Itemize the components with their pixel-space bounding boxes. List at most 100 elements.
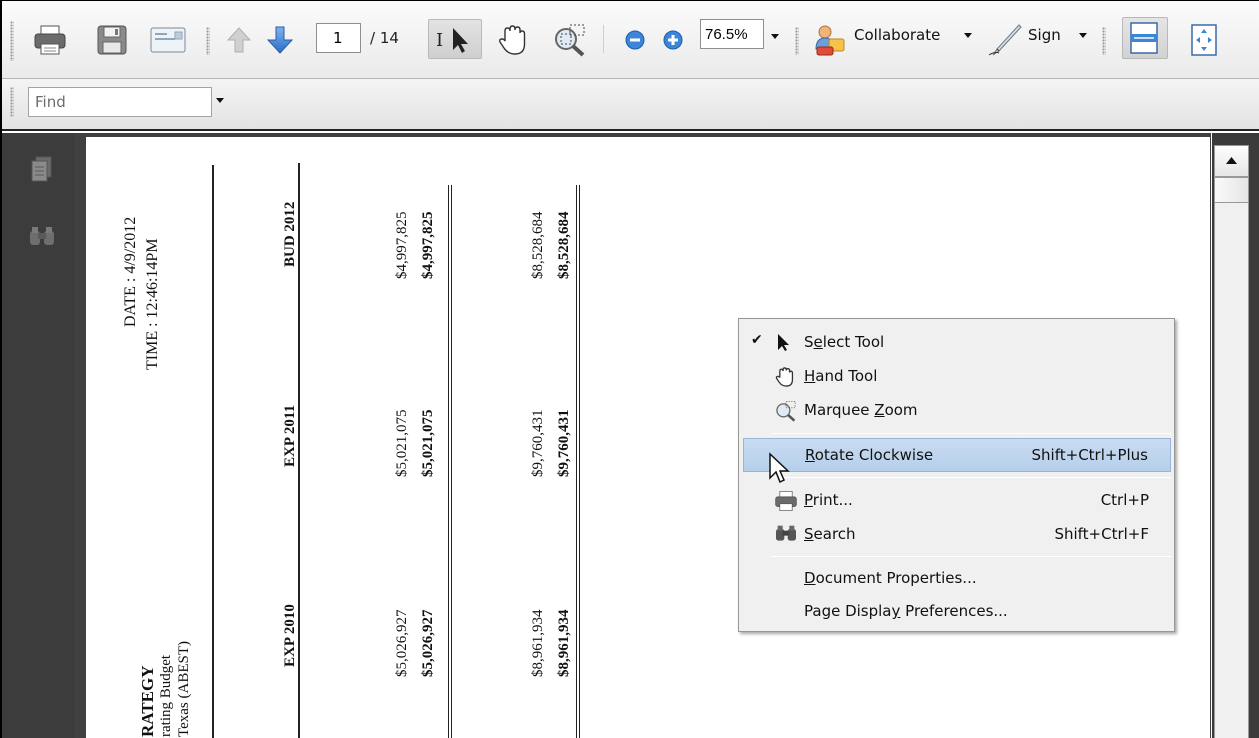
fit-width-button[interactable] (1122, 17, 1168, 59)
mouse-cursor-icon (769, 452, 790, 484)
toolbar-grip[interactable] (10, 21, 14, 61)
zoom-out-icon (625, 30, 645, 50)
menu-item-hand-tool[interactable]: Hand Tool (743, 359, 1171, 393)
doc-value: $4,997,825 (394, 211, 410, 280)
next-page-button[interactable] (264, 23, 296, 57)
next-page-icon (266, 26, 294, 54)
doc-date: DATE : 4/9/2012 (122, 216, 139, 327)
collaborate-button[interactable] (812, 23, 848, 57)
doc-strategy-line2: rating Budget (158, 654, 174, 737)
menu-separator (771, 477, 1171, 478)
doc-value-total: $4,997,825 (420, 211, 436, 280)
menu-item-print[interactable]: Print... Ctrl+P (743, 483, 1171, 517)
menu-label: Page Display Preferences... (804, 602, 1008, 620)
doc-rule (448, 185, 449, 738)
menu-item-rotate-clockwise[interactable]: Rotate Clockwise Shift+Ctrl+Plus (743, 438, 1171, 472)
binoculars-icon (776, 525, 796, 541)
doc-value: $8,961,934 (530, 609, 546, 678)
vertical-scrollbar[interactable] (1212, 133, 1259, 738)
fit-width-icon (1130, 22, 1158, 54)
doc-value-total: $8,528,684 (556, 211, 572, 280)
menu-item-marquee-zoom[interactable]: Marquee Zoom (743, 393, 1171, 427)
doc-value-total: $8,961,934 (556, 609, 572, 678)
print-icon (34, 25, 66, 55)
scroll-track[interactable] (1214, 203, 1249, 738)
email-icon (150, 27, 186, 53)
previous-page-icon (226, 27, 252, 53)
menu-item-search[interactable]: Search Shift+Ctrl+F (743, 517, 1171, 551)
zoom-level-input[interactable]: 76.5% (700, 19, 764, 49)
context-menu: ✔ Select Tool Hand Tool Marquee Zoom Rot… (738, 318, 1175, 632)
toolbar-grip (795, 27, 799, 55)
zoom-in-icon (663, 30, 683, 50)
menu-label: Print... (804, 491, 853, 509)
zoom-out-button[interactable] (620, 23, 650, 57)
find-input[interactable]: Find (28, 87, 212, 117)
doc-col-header: EXP 2010 (282, 604, 298, 667)
doc-value: $9,760,431 (530, 409, 546, 478)
toolbar-grip (10, 87, 14, 117)
sign-button[interactable] (986, 23, 1024, 57)
email-button[interactable] (148, 23, 188, 57)
select-arrow-icon (778, 334, 789, 351)
collaborate-icon (815, 25, 845, 56)
menu-separator (771, 433, 1171, 434)
toolbar-grip (206, 27, 210, 55)
doc-value-total: $9,760,431 (556, 409, 572, 478)
doc-rule (451, 185, 452, 738)
toolbar-grip (1102, 27, 1106, 55)
page-number-input[interactable]: 1 (316, 23, 361, 53)
select-tool-icon: I (436, 28, 468, 53)
menu-label: Marquee Zoom (804, 401, 918, 419)
main-toolbar: 1 / 14 I 76.5% Collaborate Sign (2, 1, 1259, 79)
menu-separator (771, 556, 1171, 557)
save-icon (97, 25, 127, 55)
menu-label: Hand Tool (804, 367, 878, 385)
sign-dropdown-arrow[interactable] (1079, 33, 1087, 38)
scroll-up-button[interactable] (1214, 145, 1249, 177)
menu-shortcut: Shift+Ctrl+F (1054, 525, 1149, 543)
check-mark-icon: ✔ (751, 332, 763, 348)
menu-shortcut: Shift+Ctrl+Plus (1031, 446, 1148, 464)
marquee-zoom-icon (776, 400, 796, 422)
doc-strategy-line3: Texas (ABEST) (176, 640, 192, 737)
menu-shortcut: Ctrl+P (1100, 491, 1149, 509)
print-button[interactable] (32, 23, 68, 57)
doc-rule (576, 185, 577, 738)
hand-tool-button[interactable] (494, 23, 532, 57)
menu-item-page-display-preferences[interactable]: Page Display Preferences... (743, 594, 1171, 628)
select-tool-button[interactable]: I (428, 19, 482, 59)
menu-label: Search (804, 525, 856, 543)
doc-value: $5,026,927 (394, 609, 410, 678)
scroll-up-arrow-icon (1226, 157, 1237, 164)
doc-rule (212, 165, 214, 738)
printer-icon (775, 491, 797, 511)
navigation-pane (2, 133, 74, 738)
fit-page-button[interactable] (1186, 23, 1222, 57)
doc-col-header: EXP 2011 (282, 404, 298, 467)
zoom-dropdown-arrow[interactable] (771, 34, 779, 39)
doc-value-total: $5,026,927 (420, 609, 436, 678)
marquee-zoom-button[interactable] (550, 23, 590, 57)
svg-text:I: I (436, 30, 443, 51)
scroll-thumb[interactable] (1214, 177, 1249, 203)
find-dropdown-arrow[interactable] (216, 98, 224, 103)
zoom-in-button[interactable] (658, 23, 688, 57)
binoculars-icon[interactable] (28, 225, 56, 249)
previous-page-button[interactable] (224, 23, 254, 57)
collaborate-dropdown-arrow[interactable] (964, 33, 972, 38)
doc-col-header: BUD 2012 (282, 201, 298, 267)
page-total-label: / 14 (370, 29, 399, 47)
save-button[interactable] (94, 23, 130, 57)
doc-time: TIME : 12:46:14PM (144, 238, 161, 370)
doc-value-total: $5,021,075 (420, 409, 436, 478)
collaborate-label[interactable]: Collaborate (854, 26, 940, 44)
doc-rule (579, 185, 580, 738)
fit-page-icon (1191, 24, 1217, 56)
marquee-zoom-icon (555, 24, 585, 57)
menu-item-select-tool[interactable]: ✔ Select Tool (743, 325, 1171, 359)
menu-label: Select Tool (804, 333, 885, 351)
menu-item-document-properties[interactable]: Document Properties... (743, 561, 1171, 595)
sign-label[interactable]: Sign (1028, 26, 1061, 44)
page-thumbnails-icon[interactable] (29, 155, 55, 185)
